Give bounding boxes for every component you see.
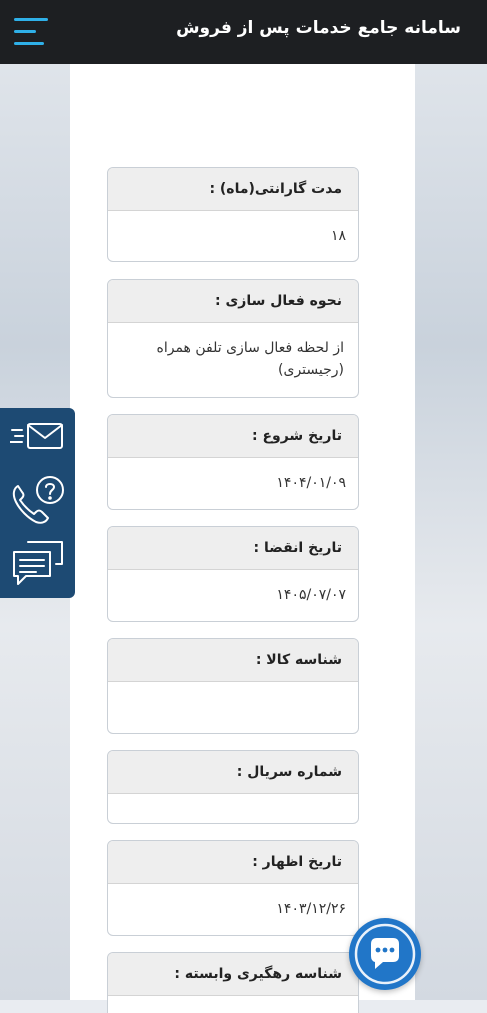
field-card-serial-number: شماره سریال : <box>107 750 359 824</box>
field-value <box>108 794 358 808</box>
field-label: شناسه رهگیری وابسته : <box>108 953 358 996</box>
field-value: ۱۸ <box>330 228 346 244</box>
chat-message-icon[interactable] <box>10 538 66 588</box>
field-card-product-id: شناسه کالا : <box>107 638 359 734</box>
page-title: سامانه جامع خدمات پس از فروش <box>176 18 461 38</box>
field-label: تاریخ شروع : <box>108 415 358 458</box>
app-header: سامانه جامع خدمات پس از فروش <box>0 0 487 64</box>
background-right <box>415 64 487 1000</box>
phone-help-icon[interactable] <box>10 474 66 526</box>
hamburger-menu-icon[interactable] <box>14 18 50 46</box>
field-card-warranty-months: مدت گارانتی(ماه) : ۱۸ <box>107 167 359 262</box>
field-label: شناسه کالا : <box>108 639 358 682</box>
chat-bubble-icon <box>354 923 416 985</box>
field-value: از لحظه فعال سازی تلفن همراه (رجیستری) <box>156 340 345 378</box>
main-content: مدت گارانتی(ماه) : ۱۸ نحوه فعال سازی : ا… <box>70 64 415 1013</box>
field-value: ۱۴۰۵/۰۷/۰۷ <box>276 587 346 603</box>
field-card-linked-tracking-id: شناسه رهگیری وابسته : <box>107 952 359 1013</box>
field-label: تاریخ اظهار : <box>108 841 358 884</box>
field-label: تاریخ انقضا : <box>108 527 358 570</box>
field-value <box>108 682 358 696</box>
field-value: ۱۴۰۳/۱۲/۲۶ <box>276 901 346 917</box>
field-label: مدت گارانتی(ماه) : <box>108 168 358 211</box>
field-card-expiry-date: تاریخ انقضا : ۱۴۰۵/۰۷/۰۷ <box>107 526 359 622</box>
field-card-activation-method: نحوه فعال سازی : از لحظه فعال سازی تلفن … <box>107 279 359 398</box>
contact-side-panel <box>0 408 75 598</box>
field-label: شماره سریال : <box>108 751 358 794</box>
email-icon[interactable] <box>10 420 66 452</box>
field-card-start-date: تاریخ شروع : ۱۴۰۴/۰۱/۰۹ <box>107 414 359 510</box>
field-card-declaration-date: تاریخ اظهار : ۱۴۰۳/۱۲/۲۶ <box>107 840 359 936</box>
field-label: نحوه فعال سازی : <box>108 280 358 323</box>
field-value: ۱۴۰۴/۰۱/۰۹ <box>276 475 346 491</box>
chat-support-button[interactable] <box>349 918 421 990</box>
